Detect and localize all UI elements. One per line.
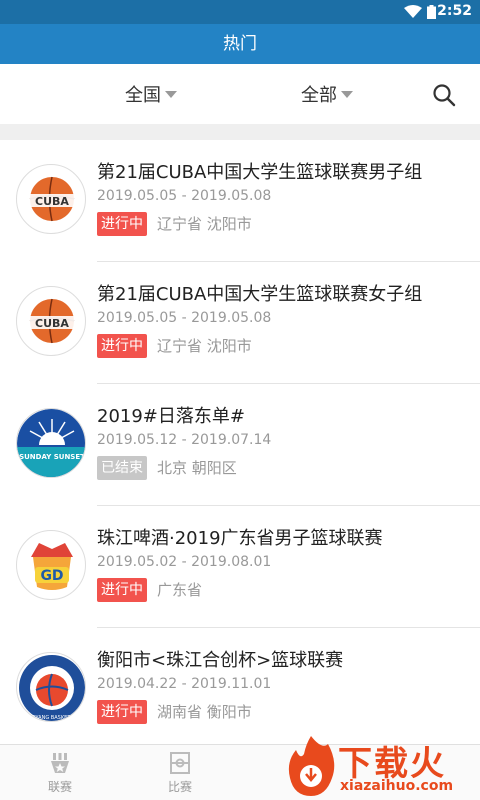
cuba-logo: CUBA — [16, 286, 86, 356]
watermark-url: xiazaihuo.com — [340, 778, 454, 794]
status-badge: 已结束 — [97, 456, 147, 480]
tab-league[interactable]: 联赛 — [0, 745, 120, 800]
status-badge: 进行中 — [97, 212, 147, 236]
event-title: 第21届CUBA中国大学生篮球联赛女子组 — [97, 284, 423, 305]
page-title: 热门 — [223, 34, 257, 54]
sunday-sunset-logo: SUNDAY SUNSET — [16, 408, 86, 478]
search-icon[interactable] — [432, 83, 456, 107]
tab-match-label: 比赛 — [167, 780, 192, 794]
event-title: 第21届CUBA中国大学生篮球联赛男子组 — [97, 162, 423, 183]
court-icon — [170, 752, 190, 774]
status-badge: 进行中 — [97, 578, 147, 602]
tab-league-label: 联赛 — [47, 780, 72, 794]
region-filter-label: 全国 — [125, 85, 161, 106]
event-dates: 2019.05.05 - 2019.05.08 — [97, 188, 272, 204]
event-dates: 2019.05.05 - 2019.05.08 — [97, 310, 272, 326]
logo-text: GD — [40, 568, 63, 584]
event-dates: 2019.05.12 - 2019.07.14 — [97, 432, 272, 448]
status-badge: 进行中 — [97, 334, 147, 358]
event-list-item[interactable]: CUBA 第21届CUBA中国大学生篮球联赛女子组 2019.05.05 - 2… — [0, 262, 480, 384]
event-title: 珠江啤酒·2019广东省男子篮球联赛 — [97, 528, 383, 549]
guangdong-league-logo: GD — [16, 530, 86, 600]
status-bar: 2:52 — [0, 0, 480, 24]
event-location: 广东省 — [157, 581, 203, 599]
status-badge: 进行中 — [97, 700, 147, 724]
event-list: CUBA 第21届CUBA中国大学生篮球联赛男子组 2019.05.05 - 2… — [0, 140, 480, 750]
event-title: 衡阳市<珠江合创杯>篮球联赛 — [97, 650, 344, 671]
event-title: 2019#日落东单# — [97, 406, 245, 427]
event-location: 北京 朝阳区 — [157, 459, 237, 477]
flame-logo-icon — [288, 736, 335, 796]
event-list-item[interactable]: GD 珠江啤酒·2019广东省男子篮球联赛 2019.05.02 - 2019.… — [0, 506, 480, 628]
app-bar: 热门 — [0, 24, 480, 64]
caret-down-icon — [165, 90, 177, 98]
caret-down-icon — [341, 90, 353, 98]
event-dates: 2019.05.02 - 2019.08.01 — [97, 554, 272, 570]
site-watermark: 下载火 xiazaihuo.com — [282, 732, 480, 800]
section-divider — [0, 124, 480, 140]
event-location: 湖南省 衡阳市 — [157, 703, 252, 721]
logo-text: CUBA — [35, 317, 69, 330]
category-filter-dropdown[interactable]: 全部 — [301, 81, 353, 107]
category-filter-label: 全部 — [301, 85, 337, 106]
event-location: 辽宁省 沈阳市 — [157, 337, 252, 355]
logo-text: CUBA — [35, 195, 69, 208]
event-dates: 2019.04.22 - 2019.11.01 — [97, 676, 272, 692]
battery-icon — [427, 5, 436, 19]
filter-bar: 全国 全部 — [0, 64, 480, 124]
logo-text: HENGYANG BASKETBALL — [21, 715, 83, 721]
wifi-icon — [404, 5, 422, 18]
region-filter-dropdown[interactable]: 全国 — [125, 81, 177, 107]
cuba-logo: CUBA — [16, 164, 86, 234]
event-list-item[interactable]: SUNDAY SUNSET 2019#日落东单# 2019.05.12 - 20… — [0, 384, 480, 506]
event-list-item[interactable]: CUBA 第21届CUBA中国大学生篮球联赛男子组 2019.05.05 - 2… — [0, 140, 480, 262]
trophy-icon — [51, 753, 69, 773]
tab-match[interactable]: 比赛 — [120, 745, 240, 800]
logo-text: SUNDAY SUNSET — [19, 453, 85, 461]
event-location: 辽宁省 沈阳市 — [157, 215, 252, 233]
status-time: 2:52 — [437, 3, 472, 19]
hengyang-league-logo: HENGYANG BASKETBALL — [16, 652, 86, 722]
